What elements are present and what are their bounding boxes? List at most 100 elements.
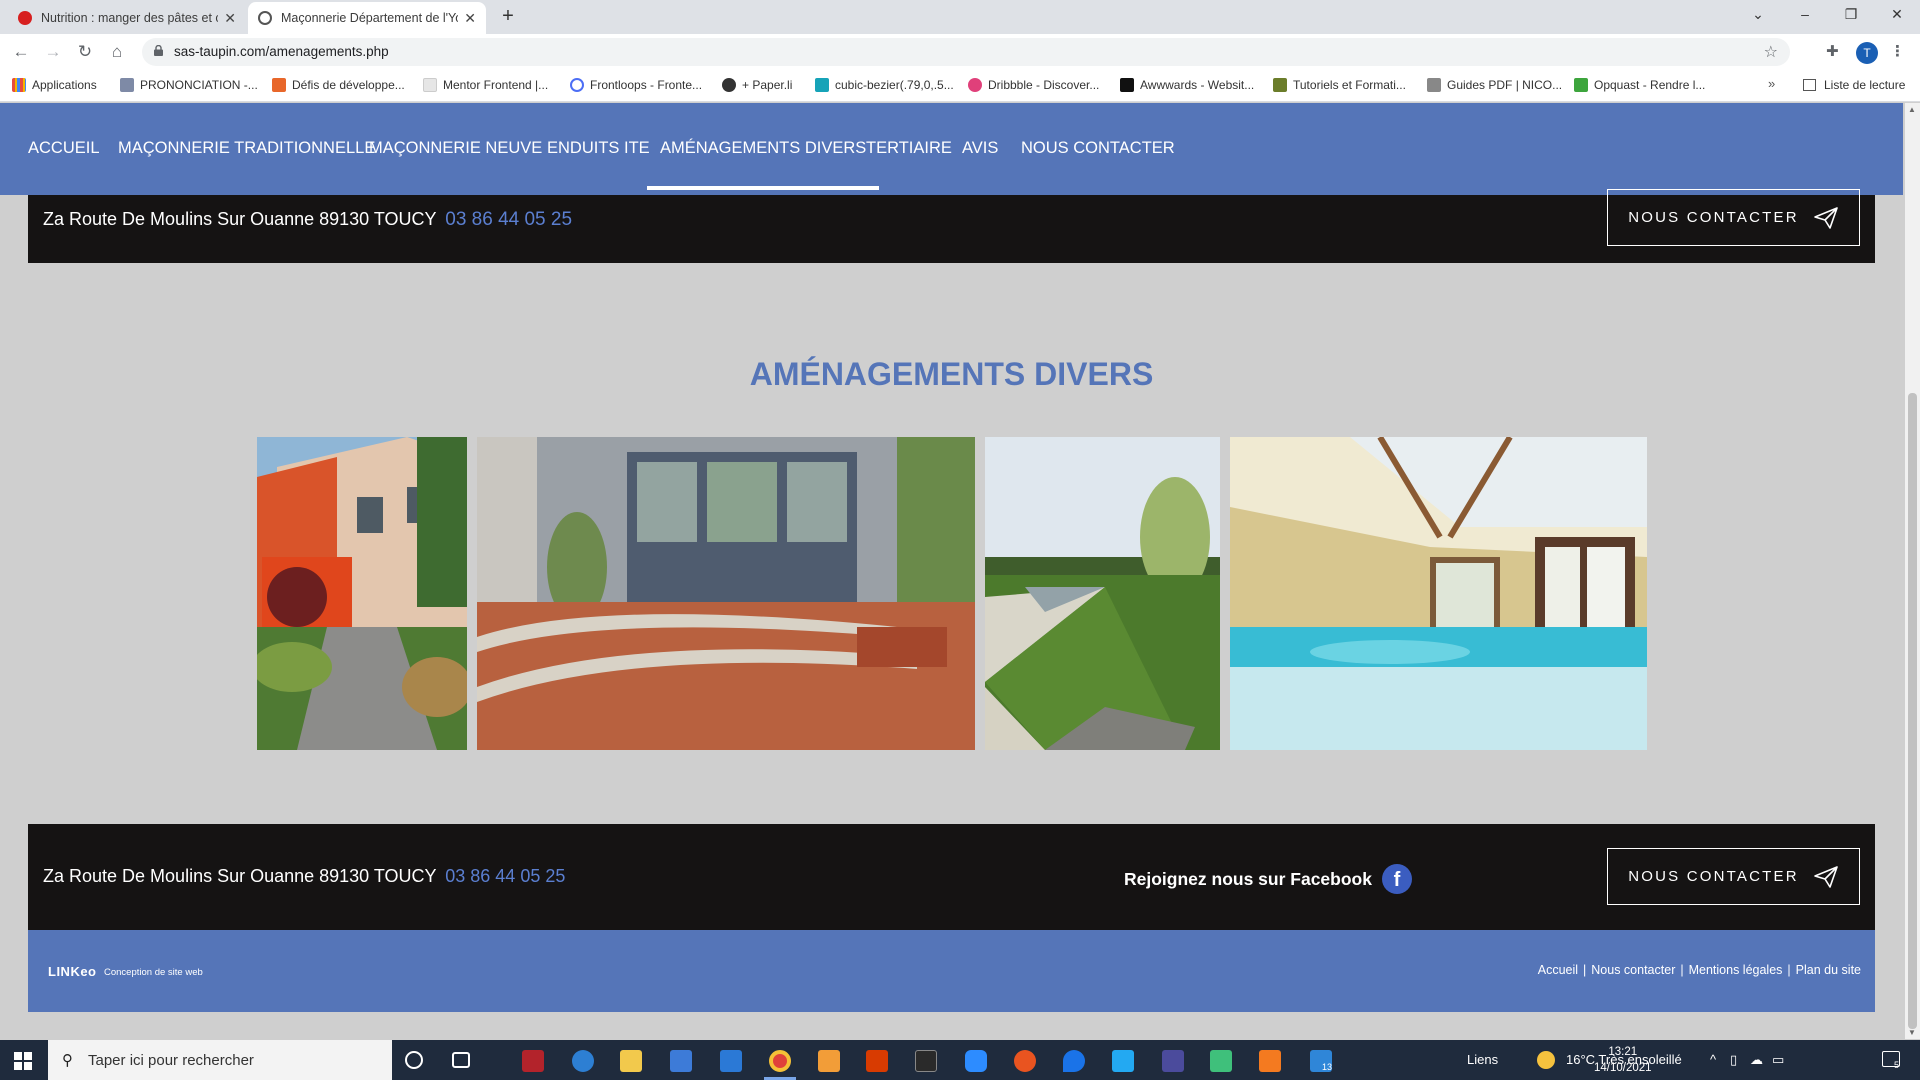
phone-link[interactable]: 03 86 44 05 25 (445, 209, 572, 230)
apps-grid-icon (12, 78, 26, 92)
onedrive-cloud-icon[interactable]: ☁ (1750, 1052, 1763, 1068)
nav-maconnerie-neuve[interactable]: MAÇONNERIE NEUVE (369, 139, 542, 158)
facebook-link[interactable]: Rejoignez nous sur Facebook f (1124, 864, 1412, 894)
legal-link-plan-du-site[interactable]: Plan du site (1796, 963, 1861, 977)
indoor-pool-photo[interactable] (1230, 437, 1647, 750)
bookmark-guides-pdf[interactable]: Guides PDF | NICO... (1427, 78, 1562, 92)
bookmark-label: Mentor Frontend |... (443, 78, 549, 92)
nav-nous-contacter[interactable]: NOUS CONTACTER (1021, 139, 1175, 158)
linkeo-logo[interactable]: LINKeo (48, 964, 97, 979)
app-icon-2[interactable] (1162, 1050, 1184, 1072)
store-icon[interactable] (670, 1050, 692, 1072)
forward-arrow-icon[interactable]: → (40, 40, 66, 66)
file-explorer-icon[interactable] (620, 1050, 642, 1072)
links-toolbar[interactable]: Liens (1467, 1052, 1498, 1067)
legal-link-mentions-legales[interactable]: Mentions légales (1689, 963, 1783, 977)
nav-amenagements-divers[interactable]: AMÉNAGEMENTS DIVERS (646, 139, 880, 190)
bookmark-defis[interactable]: Défis de développe... (272, 78, 405, 92)
reload-icon[interactable]: ↻ (72, 40, 98, 66)
ubuntu-icon[interactable] (1014, 1050, 1036, 1072)
new-tab-button[interactable]: + (494, 5, 522, 29)
zoom-icon[interactable] (965, 1050, 987, 1072)
bookmark-prononciation[interactable]: PRONONCIATION -... (120, 78, 258, 92)
scrollbar-thumb[interactable] (1908, 393, 1917, 1029)
sun-weather-icon (1537, 1051, 1555, 1069)
bookmark-favicon-icon (1273, 78, 1287, 92)
page-scrollbar[interactable]: ▲ ▼ (1905, 103, 1920, 1039)
chrome-icon[interactable] (769, 1050, 791, 1072)
reading-list-button[interactable]: Liste de lecture (1803, 78, 1905, 92)
footer-phone-link[interactable]: 03 86 44 05 25 (445, 866, 565, 886)
bookmark-favicon-icon (120, 78, 134, 92)
notification-count: 5 (1894, 1060, 1900, 1070)
tray-device-icon[interactable]: ▯ (1730, 1052, 1737, 1068)
extensions-puzzle-icon[interactable]: ✚ (1826, 42, 1839, 60)
bookmark-paperli[interactable]: + Paper.li (722, 78, 792, 92)
facebook-icon: f (1381, 864, 1412, 894)
tab-close-icon[interactable]: ✕ (224, 10, 236, 27)
edge-icon[interactable] (572, 1050, 594, 1072)
cortana-icon[interactable] (405, 1051, 423, 1069)
browser-menu-icon[interactable]: ⋮ (1890, 42, 1905, 60)
profile-avatar[interactable]: T (1856, 42, 1878, 64)
sublime-icon[interactable] (818, 1050, 840, 1072)
nav-avis[interactable]: AVIS (962, 139, 998, 158)
scroll-up-icon[interactable]: ▲ (1908, 105, 1916, 114)
legal-link-accueil[interactable]: Accueil (1538, 963, 1578, 977)
app-icon-1[interactable] (522, 1050, 544, 1072)
bookmark-tutoriels[interactable]: Tutoriels et Formati... (1273, 78, 1406, 92)
browser-tab-maconnerie[interactable]: Maçonnerie Département de l'Yo ✕ (248, 2, 486, 34)
address: Za Route De Moulins Sur Ouanne 89130 TOU… (43, 209, 572, 231)
office-icon[interactable] (866, 1050, 888, 1072)
tab-search-chevron-icon[interactable]: ⌄ (1735, 0, 1781, 30)
back-arrow-icon[interactable]: ← (8, 40, 34, 66)
garden-path-photo[interactable] (257, 437, 467, 750)
reading-list-label: Liste de lecture (1824, 78, 1906, 92)
close-window-button[interactable]: ✕ (1874, 0, 1920, 30)
task-view-icon[interactable] (452, 1052, 470, 1068)
mail-icon[interactable] (720, 1050, 742, 1072)
pool-lawn-photo[interactable] (985, 437, 1220, 750)
app-icon-3[interactable] (1210, 1050, 1232, 1072)
tab-close-icon[interactable]: ✕ (464, 10, 476, 27)
footer-contact-button[interactable]: NOUS CONTACTER (1607, 848, 1860, 905)
taskbar-search-input[interactable]: ⚲ Taper ici pour rechercher (48, 1040, 392, 1080)
bookmark-applications[interactable]: Applications (12, 78, 97, 92)
nav-enduits-ite[interactable]: ENDUITS ITE (547, 139, 650, 158)
battery-icon[interactable]: ▭ (1772, 1052, 1784, 1068)
terrace-tiles-photo[interactable] (477, 437, 975, 750)
minimize-button[interactable]: – (1782, 0, 1828, 30)
scroll-down-icon[interactable]: ▼ (1908, 1028, 1916, 1037)
terminal-icon[interactable] (915, 1050, 937, 1072)
bookmark-opquast[interactable]: Opquast - Rendre l... (1574, 78, 1705, 92)
restore-button[interactable]: ❐ (1828, 0, 1874, 30)
bookmarks-overflow-button[interactable]: » (1768, 76, 1775, 91)
xampp-icon[interactable] (1259, 1050, 1281, 1072)
nav-tertiaire[interactable]: TERTIAIRE (866, 139, 952, 158)
contact-button[interactable]: NOUS CONTACTER (1607, 189, 1860, 246)
vscode-icon[interactable] (1112, 1050, 1134, 1072)
bookmark-favicon-icon (272, 78, 286, 92)
bookmark-awwwards[interactable]: Awwwards - Websit... (1120, 78, 1254, 92)
bookmark-frontloops[interactable]: Frontloops - Fronte... (570, 78, 702, 92)
site-navigation: ACCUEIL MAÇONNERIE TRADITIONNELLE MAÇONN… (0, 103, 1903, 195)
bookmark-cubic-bezier[interactable]: cubic-bezier(.79,0,.5... (815, 78, 954, 92)
tray-chevron-icon[interactable]: ^ (1710, 1052, 1716, 1067)
nav-maconnerie-traditionnelle[interactable]: MAÇONNERIE TRADITIONNELLE (118, 139, 375, 158)
home-icon[interactable]: ⌂ (104, 40, 130, 66)
windows-start-icon[interactable] (14, 1052, 32, 1070)
footer-legal-bar: LINKeo Conception de site web Accueil | No… (28, 930, 1875, 1012)
legal-link-nous-contacter[interactable]: Nous contacter (1591, 963, 1675, 977)
bookmark-mentor-frontend[interactable]: Mentor Frontend |... (423, 78, 548, 92)
address-bar[interactable]: sas-taupin.com/amenagements.php ☆ (142, 38, 1790, 66)
bookmark-star-icon[interactable]: ☆ (1764, 42, 1778, 62)
maps-icon[interactable] (1063, 1050, 1085, 1072)
bookmark-label: cubic-bezier(.79,0,.5... (835, 78, 954, 92)
nav-accueil[interactable]: ACCUEIL (28, 139, 100, 158)
browser-tab-nutrition[interactable]: Nutrition : manger des pâtes et c ✕ (8, 2, 246, 34)
bookmark-dribbble[interactable]: Dribbble - Discover... (968, 78, 1099, 92)
bookmark-label: Tutoriels et Formati... (1293, 78, 1406, 92)
system-clock[interactable]: 13:21 14/10/2021 (1594, 1044, 1652, 1076)
linkeo-tagline[interactable]: Conception de site web (104, 967, 203, 978)
app-badge-count: 13 (1322, 1062, 1333, 1072)
